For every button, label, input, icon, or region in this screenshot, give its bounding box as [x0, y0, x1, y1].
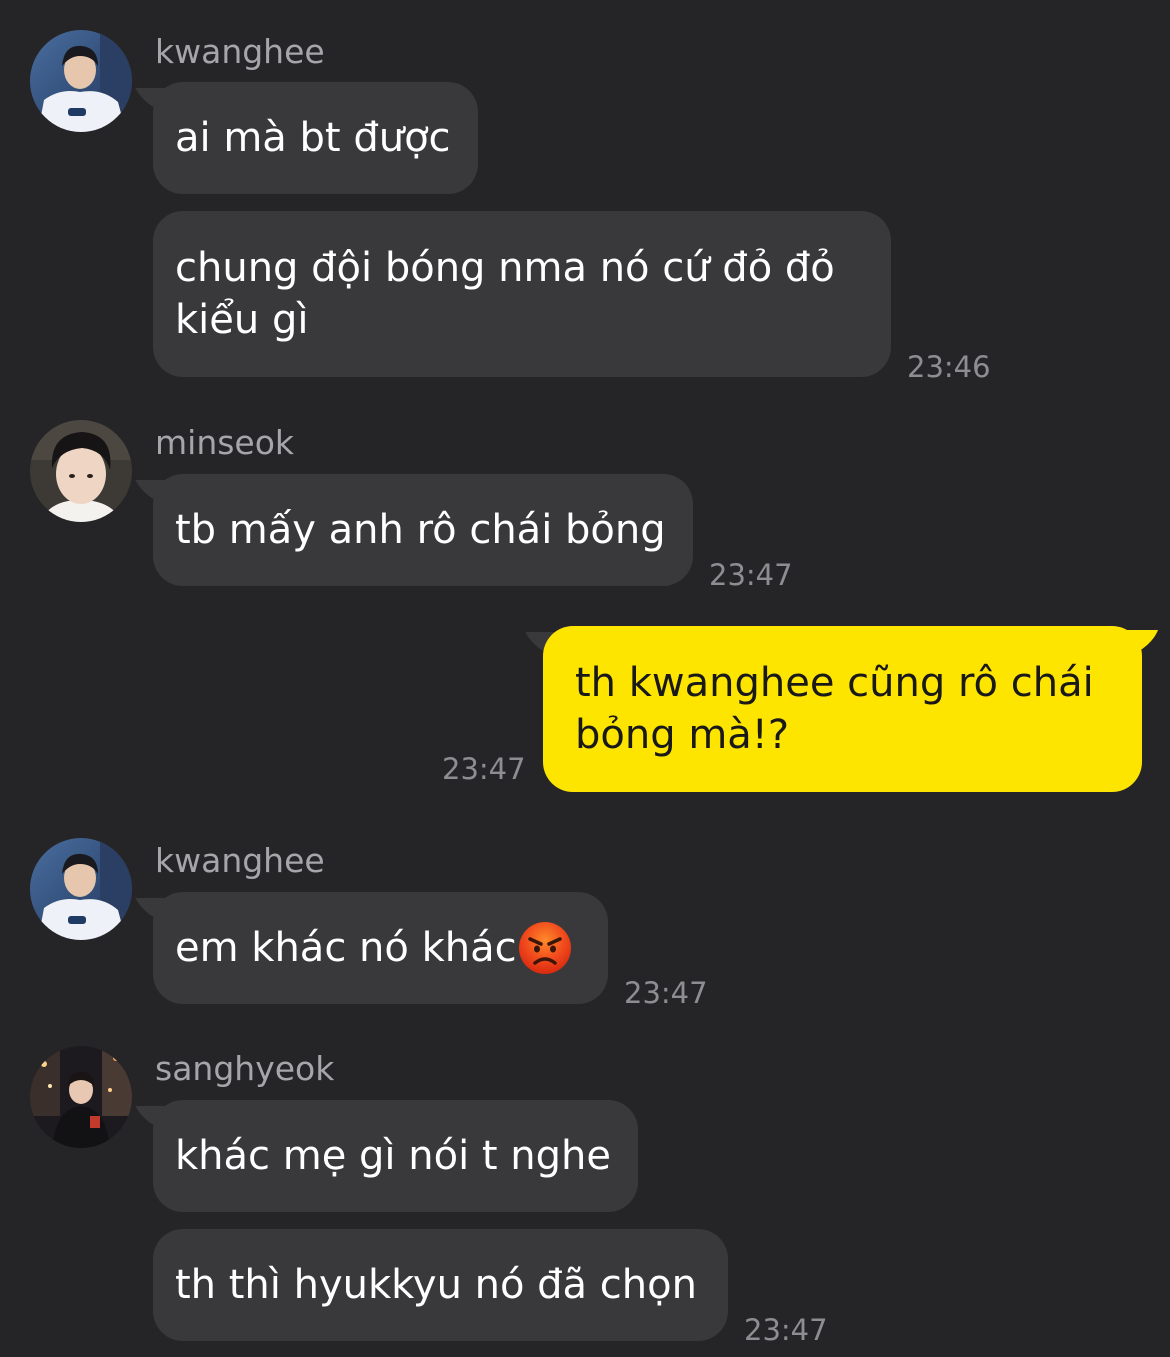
sender-name: minseok: [155, 423, 295, 462]
message-text: ai mà bt được: [175, 115, 451, 161]
message-text: tb mấy anh rô chái bỏng: [175, 507, 666, 553]
message-time: 23:46: [907, 350, 991, 384]
message-time: 23:47: [624, 976, 708, 1010]
message-text: th kwanghee cũng rô chái bỏng mà!?: [575, 660, 1094, 758]
message-time: 23:47: [709, 558, 793, 592]
message-text: em khác nó khác: [175, 925, 517, 971]
sender-name: sanghyeok: [155, 1049, 335, 1088]
message-time: 23:47: [744, 1313, 828, 1347]
message-text: th thì hyukkyu nó đã chọn: [175, 1262, 697, 1308]
sender-name: kwanghee: [155, 32, 325, 71]
message-bubble[interactable]: em khác nó khác: [153, 892, 608, 1004]
avatar-kwanghee[interactable]: [30, 30, 132, 132]
message-bubble[interactable]: khác mẹ gì nói t nghe: [153, 1100, 638, 1212]
message-bubble[interactable]: ai mà bt được: [153, 82, 478, 194]
message-text: khác mẹ gì nói t nghe: [175, 1133, 611, 1179]
outgoing-message-bubble[interactable]: th kwanghee cũng rô chái bỏng mà!?: [543, 626, 1142, 792]
message-bubble[interactable]: tb mấy anh rô chái bỏng: [153, 474, 693, 586]
message-text: chung đội bóng nma nó cứ đỏ đỏ kiểu gì: [175, 245, 835, 343]
message-bubble[interactable]: chung đội bóng nma nó cứ đỏ đỏ kiểu gì: [153, 211, 891, 377]
avatar-kwanghee[interactable]: [30, 838, 132, 940]
message-time: 23:47: [442, 752, 526, 786]
message-bubble[interactable]: th thì hyukkyu nó đã chọn: [153, 1229, 728, 1341]
sender-name: kwanghee: [155, 841, 325, 880]
avatar-sanghyeok[interactable]: [30, 1046, 132, 1148]
avatar-minseok[interactable]: [30, 420, 132, 522]
angry-face-icon: [518, 922, 571, 974]
